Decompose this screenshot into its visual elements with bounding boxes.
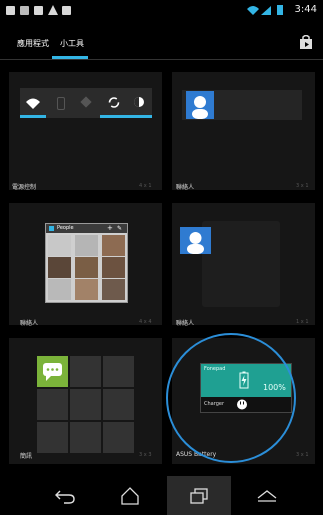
mail-icon	[34, 6, 43, 15]
widget-size: 3 x 1	[296, 452, 309, 458]
sms-cell	[103, 389, 134, 420]
edit-icon: ✎	[117, 225, 123, 232]
sms-cell	[37, 389, 68, 420]
bluetooth-icon	[57, 97, 65, 110]
person-icon	[187, 232, 204, 254]
navigation-bar	[0, 476, 323, 515]
warning-icon	[48, 5, 58, 15]
battery-icon	[277, 5, 283, 15]
sms-cell	[70, 422, 101, 453]
wifi-on-bar	[20, 115, 46, 118]
people-icon	[49, 226, 54, 231]
contact-photo	[75, 257, 98, 278]
contact-photo	[48, 257, 71, 278]
widget-label: 聯絡人	[176, 320, 195, 327]
contact-preview	[182, 90, 302, 120]
sync-on-bar	[100, 115, 152, 118]
sms-cell	[103, 356, 134, 387]
image-icon	[6, 6, 15, 15]
wifi-icon	[26, 98, 40, 109]
media-icon	[62, 6, 71, 15]
clock: 3:44	[294, 4, 317, 15]
contact-card-backdrop	[202, 221, 280, 307]
sync-icon	[108, 97, 120, 108]
widget-size: 4 x 1	[139, 183, 152, 189]
contact-photo	[102, 257, 125, 278]
people-preview: People + ✎	[45, 223, 128, 303]
sms-cell	[70, 389, 101, 420]
widget-size: 3 x 1	[296, 183, 309, 189]
sms-cell	[103, 422, 134, 453]
home-icon[interactable]	[120, 486, 140, 506]
tab-widgets[interactable]: 小工具	[60, 38, 84, 49]
sms-preview	[37, 356, 135, 453]
tab-divider	[0, 59, 323, 60]
signal-icon	[261, 6, 271, 15]
widget-label: 聯絡人	[20, 320, 39, 327]
people-header: People + ✎	[46, 224, 127, 233]
contact-photo	[48, 235, 71, 256]
store-icon[interactable]	[299, 35, 313, 49]
add-icon: +	[107, 224, 113, 232]
tab-bar: 應用程式 小工具	[0, 24, 323, 60]
tab-apps[interactable]: 應用程式	[17, 38, 49, 49]
sms-cell	[37, 422, 68, 453]
menu-up-icon[interactable]	[256, 489, 278, 503]
status-bar: 3:44	[0, 0, 323, 24]
contact-photo	[75, 279, 98, 300]
contact-photo	[48, 279, 71, 300]
brightness-icon	[134, 97, 144, 107]
widget-size: 4 x 4	[139, 319, 152, 325]
widget-tile-contact-shortcut[interactable]: 聯絡人 1 x 1	[172, 203, 315, 327]
widget-size: 1 x 1	[296, 319, 309, 325]
contact-photo	[102, 279, 125, 300]
contact-shortcut-avatar	[180, 227, 211, 254]
widget-label: 電源控制	[12, 184, 37, 191]
highlight-circle	[166, 333, 296, 463]
person-icon	[192, 96, 208, 119]
gallery-icon	[20, 6, 29, 15]
widget-label: 簡訊	[20, 453, 33, 460]
recent-apps-icon[interactable]	[190, 488, 208, 504]
contact-photo	[102, 235, 125, 256]
gps-icon	[80, 96, 92, 108]
chat-bubble-icon	[43, 363, 62, 381]
contact-photo	[75, 235, 98, 256]
widget-size: 3 x 3	[139, 452, 152, 458]
widget-label: 聯絡人	[176, 184, 195, 191]
contact-avatar	[186, 91, 214, 119]
back-icon[interactable]	[54, 488, 76, 504]
sms-cell	[70, 356, 101, 387]
power-control-preview	[20, 88, 152, 118]
people-title: People	[57, 225, 74, 231]
sms-app-icon	[37, 356, 68, 387]
wifi-icon	[247, 6, 259, 15]
